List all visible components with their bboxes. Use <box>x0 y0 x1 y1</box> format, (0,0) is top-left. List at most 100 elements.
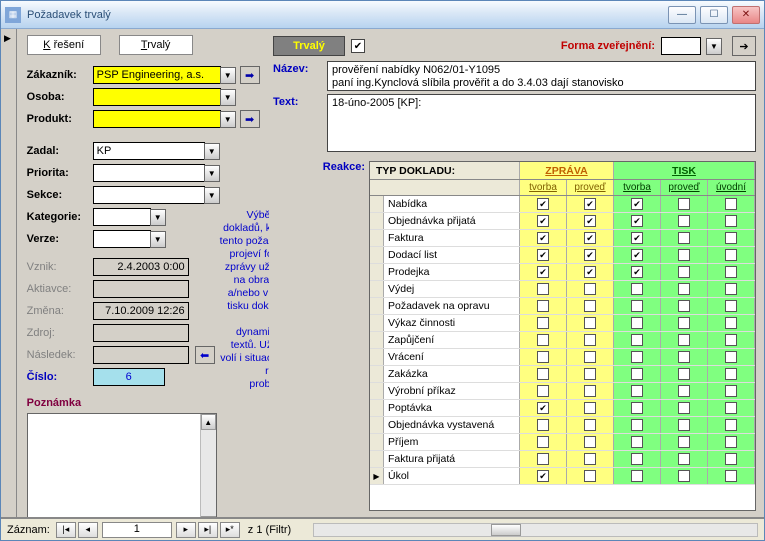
checkbox-icon[interactable] <box>678 266 690 278</box>
maximize-button[interactable]: ☐ <box>700 6 728 24</box>
checkbox-icon[interactable] <box>631 385 643 397</box>
checkbox-icon[interactable] <box>584 419 596 431</box>
produkt-goto-button[interactable]: ➡ <box>240 110 260 128</box>
checkbox-icon[interactable] <box>678 198 690 210</box>
checkbox-icon[interactable] <box>678 453 690 465</box>
checkbox-icon[interactable]: ✔ <box>537 215 549 227</box>
checkbox-icon[interactable]: ✔ <box>584 198 596 210</box>
row-selector[interactable] <box>370 196 384 212</box>
table-row[interactable]: Výdej <box>370 281 755 298</box>
checkbox-icon[interactable] <box>725 368 737 380</box>
checkbox-icon[interactable] <box>631 300 643 312</box>
record-number-field[interactable]: 1 <box>102 522 172 538</box>
checkbox-icon[interactable]: ✔ <box>631 232 643 244</box>
cell-tisk-tvorba[interactable] <box>614 434 661 450</box>
close-button[interactable]: ✕ <box>732 6 760 24</box>
zadal-dropdown[interactable]: ▼ <box>204 143 220 160</box>
poznamka-scrollbar[interactable]: ▲ ▼ <box>200 414 216 518</box>
checkbox-icon[interactable] <box>537 334 549 346</box>
cell-zprava-proved[interactable] <box>567 417 614 433</box>
checkbox-icon[interactable] <box>725 300 737 312</box>
checkbox-icon[interactable] <box>584 385 596 397</box>
checkbox-icon[interactable]: ✔ <box>631 215 643 227</box>
osoba-field[interactable] <box>93 88 221 106</box>
table-row[interactable]: ▶Úkol✔ <box>370 468 755 485</box>
checkbox-icon[interactable] <box>584 368 596 380</box>
checkbox-icon[interactable] <box>725 198 737 210</box>
nav-prev-button[interactable]: ◂ <box>78 522 98 538</box>
checkbox-icon[interactable] <box>631 419 643 431</box>
col-tisk-tvorba[interactable]: tvorba <box>614 180 661 195</box>
checkbox-icon[interactable] <box>584 283 596 295</box>
cell-tisk-proved[interactable] <box>661 366 708 382</box>
cell-zprava-proved[interactable]: ✔ <box>567 196 614 212</box>
cell-tisk-tvorba[interactable] <box>614 400 661 416</box>
checkbox-icon[interactable] <box>725 249 737 261</box>
cell-tisk-uvodni[interactable] <box>708 451 755 467</box>
checkbox-icon[interactable] <box>537 300 549 312</box>
checkbox-icon[interactable] <box>631 368 643 380</box>
cell-tisk-proved[interactable] <box>661 281 708 297</box>
cell-zprava-tvorba[interactable] <box>520 281 567 297</box>
cell-tisk-tvorba[interactable] <box>614 332 661 348</box>
row-selector[interactable] <box>370 281 384 297</box>
cell-tisk-proved[interactable] <box>661 468 708 484</box>
checkbox-icon[interactable]: ✔ <box>584 215 596 227</box>
checkbox-icon[interactable]: ✔ <box>537 249 549 261</box>
cell-tisk-tvorba[interactable] <box>614 451 661 467</box>
checkbox-icon[interactable] <box>537 317 549 329</box>
cell-tisk-tvorba[interactable] <box>614 349 661 365</box>
cell-zprava-tvorba[interactable]: ✔ <box>520 213 567 229</box>
checkbox-icon[interactable]: ✔ <box>584 232 596 244</box>
minimize-button[interactable]: — <box>668 6 696 24</box>
cell-tisk-uvodni[interactable] <box>708 264 755 280</box>
checkbox-icon[interactable] <box>678 368 690 380</box>
cell-zprava-proved[interactable] <box>567 332 614 348</box>
zadal-field[interactable]: KP <box>93 142 205 160</box>
cell-zprava-tvorba[interactable] <box>520 434 567 450</box>
cell-zprava-proved[interactable] <box>567 315 614 331</box>
cell-tisk-uvodni[interactable] <box>708 468 755 484</box>
row-selector[interactable] <box>370 417 384 433</box>
checkbox-icon[interactable] <box>725 453 737 465</box>
cell-tisk-proved[interactable] <box>661 315 708 331</box>
cell-zprava-proved[interactable]: ✔ <box>567 264 614 280</box>
cell-zprava-proved[interactable] <box>567 366 614 382</box>
table-row[interactable]: Dodací list✔✔✔ <box>370 247 755 264</box>
priorita-dropdown[interactable]: ▼ <box>204 165 220 182</box>
checkbox-icon[interactable] <box>631 317 643 329</box>
checkbox-icon[interactable] <box>678 385 690 397</box>
cell-tisk-uvodni[interactable] <box>708 383 755 399</box>
sekce-field[interactable] <box>93 186 205 204</box>
checkbox-icon[interactable] <box>725 470 737 482</box>
trvaly-checkbox[interactable]: ✔ <box>351 39 365 53</box>
checkbox-icon[interactable] <box>725 402 737 414</box>
checkbox-icon[interactable] <box>584 402 596 414</box>
nav-last-button[interactable]: ▸| <box>198 522 218 538</box>
cell-tisk-tvorba[interactable] <box>614 281 661 297</box>
checkbox-icon[interactable] <box>678 283 690 295</box>
titlebar[interactable]: ▦ Požadavek trvalý — ☐ ✕ <box>1 1 764 29</box>
cell-tisk-uvodni[interactable] <box>708 247 755 263</box>
checkbox-icon[interactable] <box>631 334 643 346</box>
table-row[interactable]: Výkaz činnosti <box>370 315 755 332</box>
verze-dropdown[interactable]: ▼ <box>150 231 166 248</box>
checkbox-icon[interactable] <box>725 317 737 329</box>
row-selector[interactable] <box>370 230 384 246</box>
row-selector[interactable] <box>370 298 384 314</box>
checkbox-icon[interactable] <box>725 419 737 431</box>
cell-tisk-proved[interactable] <box>661 264 708 280</box>
cell-tisk-proved[interactable] <box>661 417 708 433</box>
checkbox-icon[interactable] <box>678 317 690 329</box>
cell-tisk-uvodni[interactable] <box>708 298 755 314</box>
checkbox-icon[interactable] <box>725 385 737 397</box>
cell-zprava-tvorba[interactable] <box>520 417 567 433</box>
checkbox-icon[interactable]: ✔ <box>537 266 549 278</box>
table-row[interactable]: Prodejka✔✔✔ <box>370 264 755 281</box>
checkbox-icon[interactable]: ✔ <box>537 470 549 482</box>
priorita-field[interactable] <box>93 164 205 182</box>
zakaznik-dropdown[interactable]: ▼ <box>220 67 236 84</box>
row-selector[interactable] <box>370 213 384 229</box>
cell-zprava-tvorba[interactable] <box>520 366 567 382</box>
text-field[interactable]: 18-úno-2005 [KP]: <box>327 94 756 152</box>
